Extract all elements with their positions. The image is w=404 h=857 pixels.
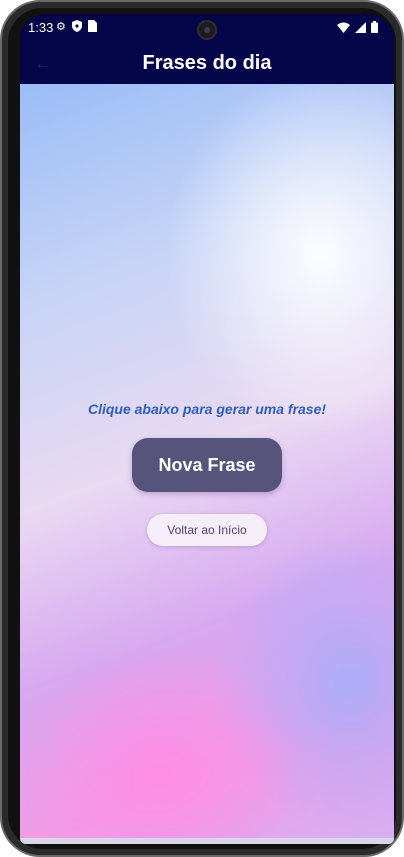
gear-icon: ⚙ [56, 21, 66, 33]
back-to-home-button[interactable]: Voltar ao Início [147, 514, 267, 546]
front-camera [197, 20, 217, 40]
status-icons-right [337, 21, 378, 36]
sim-icon [87, 20, 97, 35]
battery-icon [371, 21, 378, 36]
new-phrase-button[interactable]: Nova Frase [132, 438, 282, 492]
shield-icon [71, 20, 82, 35]
status-time: 1:33 [28, 20, 54, 35]
status-bar: 1:33 ⚙ [20, 14, 394, 42]
app-bar: ← Frases do dia [20, 42, 394, 84]
main-content: Clique abaixo para gerar uma frase! Nova… [20, 84, 394, 844]
wifi-icon [337, 21, 350, 36]
page-title: Frases do dia [142, 52, 272, 74]
bottom-edge [20, 838, 394, 844]
phone-screen: 1:33 ⚙ ← Frases do dia Clique abaixo par… [20, 14, 394, 844]
signal-icon [355, 21, 366, 36]
status-icons-left: ⚙ [56, 20, 97, 35]
prompt-text: Clique abaixo para gerar uma frase! [87, 401, 327, 417]
device-frame: 1:33 ⚙ ← Frases do dia Clique abaixo par… [0, 0, 404, 857]
